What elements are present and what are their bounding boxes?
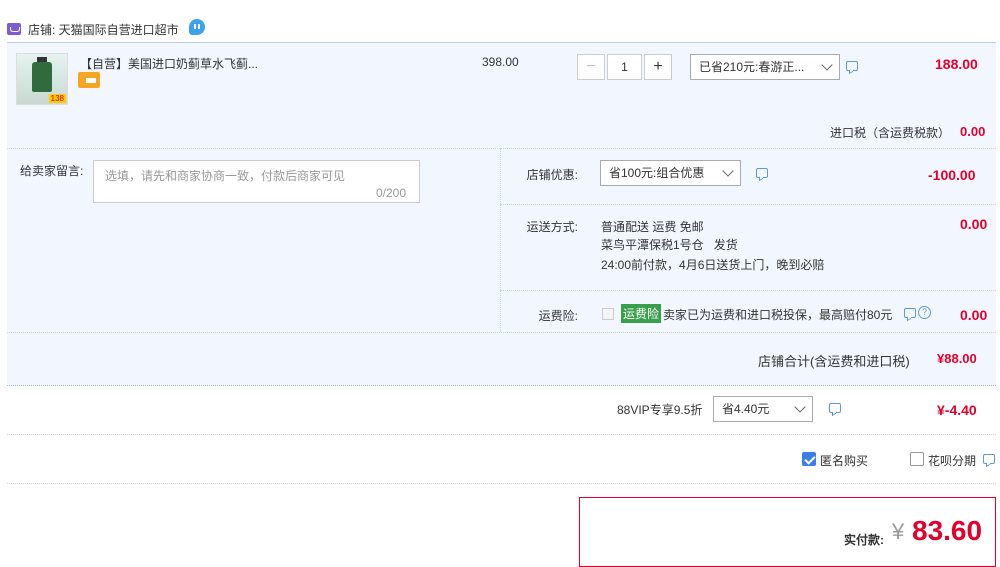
memo-placeholder: 选填，请先和商家协商一致，付款后商家可见 — [105, 169, 346, 183]
section-divider — [500, 204, 996, 205]
import-tax-label: 进口税（含运费税款） — [830, 126, 951, 140]
import-tax-amount: 0.00 — [960, 124, 986, 139]
chevron-down-icon — [821, 59, 833, 71]
huabei-installment-checkbox[interactable] — [910, 452, 924, 466]
shop-subtotal-label: 店铺合计(含运费和进口税) — [758, 354, 910, 369]
comment-icon[interactable] — [983, 454, 995, 464]
tmall-shop-icon — [7, 23, 21, 35]
shop-subtotal-amount: ¥88.00 — [937, 351, 977, 366]
shipping-line-3: 24:00前付款，4月6日送货上门，晚到必赔 — [601, 258, 825, 272]
comment-icon[interactable] — [904, 308, 916, 318]
chevron-down-icon — [794, 401, 806, 413]
quantity-decrease-button[interactable]: − — [577, 54, 605, 80]
shop-discount-select-value: 省100元:组合优惠 — [609, 166, 705, 180]
item-discount-select-value: 已省210元:春游正... — [699, 60, 805, 74]
section-divider — [7, 434, 996, 435]
memo-label: 给卖家留言: — [20, 164, 84, 178]
shipping-line-1: 普通配送 运费 免邮 — [601, 220, 704, 234]
wangwang-chat-icon[interactable] — [189, 19, 205, 35]
vip-discount-select-value: 省4.40元 — [722, 402, 770, 416]
card-icon — [78, 72, 100, 88]
column-divider — [500, 148, 501, 332]
chevron-down-icon — [722, 165, 734, 177]
insurance-checkbox[interactable] — [602, 308, 614, 320]
product-title[interactable]: 【自营】美国进口奶蓟草水飞蓟... — [80, 55, 258, 72]
payment-label: 实付款: — [844, 533, 884, 547]
payment-amount: 83.60 — [912, 515, 983, 546]
warehouse-name: 菜鸟平潭保税1号仓 — [601, 238, 704, 252]
section-divider — [7, 483, 996, 484]
shop-name[interactable]: 店铺: 天猫国际自营进口超市 — [28, 21, 179, 38]
section-divider — [7, 332, 996, 333]
shipping-amount: 0.00 — [960, 216, 988, 232]
vip-discount-select[interactable]: 省4.40元 — [713, 396, 813, 422]
unit-price: 398.00 — [482, 55, 519, 69]
comment-icon[interactable] — [846, 61, 858, 71]
shop-discount-label: 店铺优惠: — [526, 168, 578, 182]
memo-char-count: 0/200 — [376, 186, 407, 200]
quantity-input[interactable]: 1 — [607, 54, 642, 80]
comment-icon[interactable] — [829, 403, 841, 413]
insurance-badge: 运费险 — [621, 304, 662, 323]
anonymous-purchase-label[interactable]: 匿名购买 — [820, 452, 868, 469]
insurance-label: 运费险: — [538, 309, 578, 323]
insurance-description: 卖家已为运费和进口税投保，最高赔付80元 — [663, 308, 893, 322]
payment-currency: ¥ — [892, 519, 905, 544]
shop-discount-amount: -100.00 — [928, 167, 976, 183]
shipping-label: 运送方式: — [526, 220, 578, 234]
item-discount-select[interactable]: 已省210元:春游正... — [690, 54, 840, 80]
product-image[interactable]: 138 — [16, 53, 68, 105]
shipping-line-2: 菜鸟平潭保税1号仓 发货 — [601, 236, 738, 253]
section-divider — [500, 290, 996, 291]
quantity-increase-button[interactable]: + — [644, 54, 672, 80]
comment-icon[interactable] — [756, 168, 768, 178]
insurance-amount: 0.00 — [960, 307, 988, 323]
ship-from-text: 发货 — [713, 238, 738, 252]
shop-discount-select[interactable]: 省100元:组合优惠 — [600, 160, 741, 186]
product-image-tag: 138 — [48, 94, 66, 103]
huabei-installment-label[interactable]: 花呗分期 — [928, 452, 976, 469]
item-amount: 188.00 — [935, 56, 978, 72]
help-icon[interactable]: ? — [918, 306, 931, 319]
bottle-graphic — [32, 57, 52, 92]
vip-discount-label: 88VIP专享9.5折 — [617, 403, 703, 417]
vip-discount-amount: ¥-4.40 — [937, 402, 977, 418]
anonymous-purchase-checkbox[interactable] — [802, 452, 816, 466]
